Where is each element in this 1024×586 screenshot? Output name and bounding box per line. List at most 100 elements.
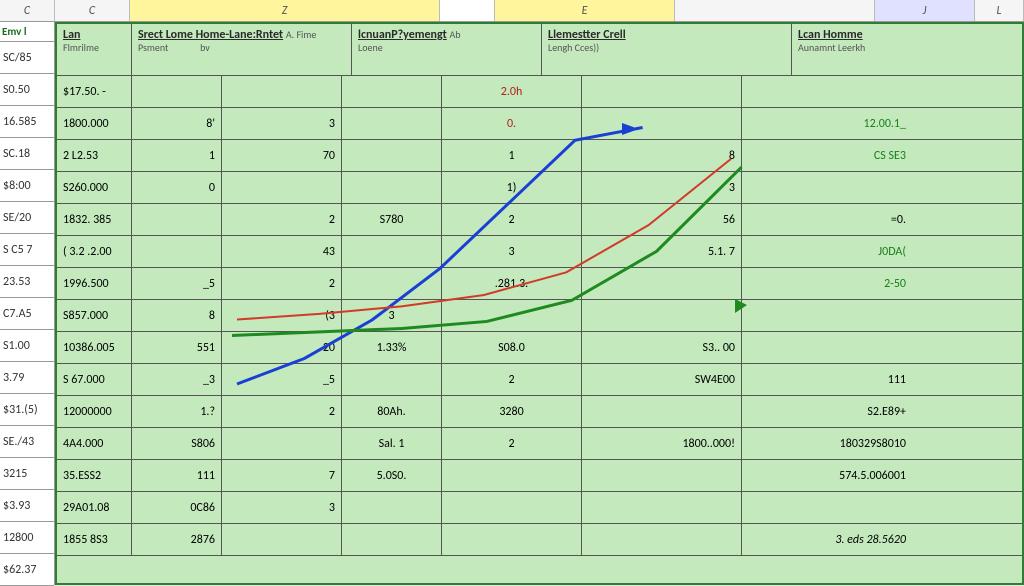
cell[interactable] — [342, 492, 442, 523]
row-label[interactable]: 16.585 — [0, 106, 54, 138]
cell[interactable]: S3.. 00 — [582, 332, 742, 363]
cell[interactable]: 111 — [132, 460, 222, 491]
cell[interactable]: 43 — [222, 236, 342, 267]
cell[interactable] — [132, 76, 222, 107]
cell[interactable] — [742, 492, 912, 523]
col-letter[interactable]: E — [495, 0, 675, 21]
cell[interactable] — [342, 76, 442, 107]
cell[interactable]: S857.000 — [57, 300, 132, 331]
cell[interactable]: 7 — [222, 460, 342, 491]
col-letter[interactable]: C — [55, 0, 130, 21]
cell[interactable]: 0. — [442, 108, 582, 139]
table-row[interactable]: 1996.500_52 .281.3. 2-50 — [57, 268, 1022, 300]
row-label[interactable]: SC/85 — [0, 42, 54, 74]
table-row[interactable]: S260.0000 1)3 — [57, 172, 1022, 204]
cell[interactable]: 1.? — [132, 396, 222, 427]
cell[interactable]: S08.0 — [442, 332, 582, 363]
cell[interactable]: 4A4.000 — [57, 428, 132, 459]
row-label[interactable]: C7.A5 — [0, 298, 54, 330]
cell[interactable]: _5 — [132, 268, 222, 299]
cell[interactable]: 3 — [222, 108, 342, 139]
cell[interactable]: .281.3. — [442, 268, 582, 299]
cell[interactable] — [342, 108, 442, 139]
cell[interactable]: 2-50 — [742, 268, 912, 299]
cell[interactable]: 29A01.08 — [57, 492, 132, 523]
cell[interactable]: S260.000 — [57, 172, 132, 203]
cell[interactable]: 574.5.006001 — [742, 460, 912, 491]
cell[interactable]: 1855 8S3 — [57, 524, 132, 555]
cell[interactable] — [582, 76, 742, 107]
col-letter[interactable]: Z — [130, 0, 440, 21]
table-row[interactable]: 1855 8S328763. eds 28.5620 — [57, 524, 1022, 556]
cell[interactable] — [222, 76, 342, 107]
cell[interactable]: 20 — [222, 332, 342, 363]
cell[interactable]: $17.50. - — [57, 76, 132, 107]
cell[interactable] — [342, 236, 442, 267]
cell[interactable]: 8 — [132, 300, 222, 331]
cell[interactable]: _3 — [132, 364, 222, 395]
row-label[interactable]: $8:00 — [0, 170, 54, 202]
row-label[interactable]: 23.53 — [0, 266, 54, 298]
row-label[interactable]: $31.(5) — [0, 394, 54, 426]
col-letter[interactable] — [440, 0, 495, 21]
cell[interactable]: CS SE3 — [742, 140, 912, 171]
cell[interactable]: 0 — [132, 172, 222, 203]
cell[interactable]: 111 — [742, 364, 912, 395]
table-row[interactable]: $17.50. -2.0h — [57, 76, 1022, 108]
row-label[interactable]: SE./43 — [0, 426, 54, 458]
table-row[interactable]: 1832. 3852S780256=0. — [57, 204, 1022, 236]
cell[interactable]: 2 — [222, 396, 342, 427]
cell[interactable]: SW4E00 — [582, 364, 742, 395]
cell[interactable]: 551 — [132, 332, 222, 363]
row-label[interactable]: 12800 — [0, 522, 54, 554]
cell[interactable]: 3 — [582, 172, 742, 203]
cell[interactable]: 180329S8010 — [742, 428, 912, 459]
cell[interactable]: 1996.500 — [57, 268, 132, 299]
cell[interactable]: 8' — [132, 108, 222, 139]
col-letter[interactable]: L — [975, 0, 1024, 21]
row-label[interactable]: SC.18 — [0, 138, 54, 170]
cell[interactable]: 3 — [222, 492, 342, 523]
row-label[interactable]: 3.79 — [0, 362, 54, 394]
cell[interactable] — [742, 76, 912, 107]
cell[interactable]: 3280 — [442, 396, 582, 427]
table-row[interactable]: S857.0008(33 — [57, 300, 1022, 332]
cell[interactable] — [222, 524, 342, 555]
row-label[interactable]: $62.37 — [0, 554, 54, 586]
cell[interactable]: 35.ESS2 — [57, 460, 132, 491]
cell[interactable]: 2 — [222, 268, 342, 299]
cell[interactable] — [132, 204, 222, 235]
row-label[interactable]: 3215 — [0, 458, 54, 490]
cell[interactable]: _5 — [222, 364, 342, 395]
cell[interactable]: 8 — [582, 140, 742, 171]
cell[interactable]: 2 — [442, 428, 582, 459]
row-label[interactable]: S1.00 — [0, 330, 54, 362]
table-row[interactable]: 29A01.080C863 — [57, 492, 1022, 524]
cell[interactable] — [342, 268, 442, 299]
cell[interactable]: 3 — [342, 300, 442, 331]
cell[interactable]: Sal. 1 — [342, 428, 442, 459]
cell[interactable] — [742, 332, 912, 363]
cell[interactable] — [342, 172, 442, 203]
cell[interactable]: 70 — [222, 140, 342, 171]
cell[interactable] — [442, 492, 582, 523]
cell[interactable]: 12.00.1_ — [742, 108, 912, 139]
row-label[interactable]: S C5 7 — [0, 234, 54, 266]
cell[interactable] — [222, 428, 342, 459]
cell[interactable] — [342, 364, 442, 395]
table-row[interactable]: 120000001.?280Ah.3280S2.E89+ — [57, 396, 1022, 428]
cell[interactable]: 80Ah. — [342, 396, 442, 427]
cell[interactable] — [582, 460, 742, 491]
cell[interactable]: 56 — [582, 204, 742, 235]
col-letter[interactable] — [675, 0, 875, 21]
cell[interactable] — [342, 140, 442, 171]
table-row[interactable]: S 67.000_3_52SW4E00111 — [57, 364, 1022, 396]
cell[interactable] — [582, 492, 742, 523]
cell[interactable]: 1) — [442, 172, 582, 203]
row-label[interactable]: SE/20 — [0, 202, 54, 234]
cell[interactable] — [582, 396, 742, 427]
cell[interactable]: J0DA( — [742, 236, 912, 267]
table-row[interactable]: 10386.005551201.33%S08.0S3.. 00 — [57, 332, 1022, 364]
table-row[interactable]: 1800.0008'30.12.00.1_ — [57, 108, 1022, 140]
cell[interactable]: =0. — [742, 204, 912, 235]
